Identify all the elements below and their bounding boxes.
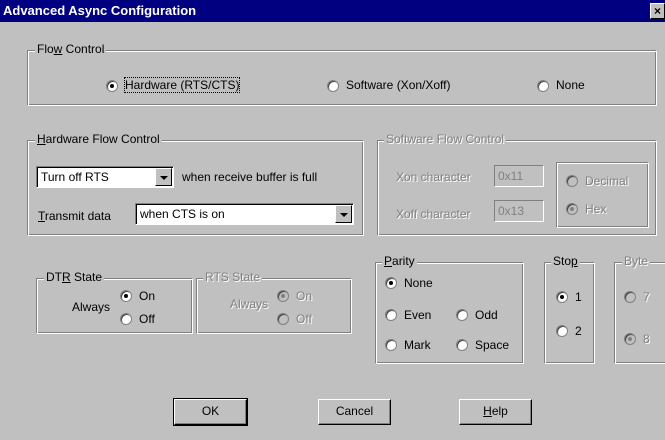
dtr-mode-label: Always (72, 300, 111, 314)
parity-legend: Parity (382, 254, 417, 268)
close-button[interactable]: × (650, 3, 665, 19)
transmit-data-dropdown[interactable]: when CTS is on (135, 203, 354, 225)
flow-hardware-radio[interactable] (106, 80, 118, 92)
close-icon: × (653, 4, 661, 18)
parity-odd-label[interactable]: Odd (475, 308, 498, 322)
parity-even-label[interactable]: Even (404, 308, 431, 322)
parity-space-label[interactable]: Space (475, 338, 509, 352)
xon-input[interactable]: 0x11 (494, 165, 544, 187)
rts-off-radio[interactable] (277, 313, 289, 325)
transmit-data-label: Transmit data (38, 209, 111, 223)
ok-button[interactable]: OK (173, 398, 248, 426)
byte-group (614, 262, 665, 364)
hex-label[interactable]: Hex (585, 202, 606, 216)
number-base-group (556, 162, 649, 228)
stop-2-label[interactable]: 2 (575, 324, 582, 338)
decimal-radio[interactable] (566, 175, 578, 187)
help-button[interactable]: Help (459, 399, 532, 425)
software-flow-legend: Software Flow Control (384, 132, 507, 146)
rts-on-label[interactable]: On (296, 289, 312, 303)
rts-mode-label: Always (230, 297, 269, 311)
flow-software-label[interactable]: Software (Xon/Xoff) (346, 78, 451, 92)
flow-hardware-label[interactable]: Hardware (RTS/CTS) (123, 77, 241, 93)
parity-mark-label[interactable]: Mark (404, 338, 431, 352)
rts-action-value: Turn off RTS (41, 170, 109, 184)
byte-legend: Byte (622, 254, 651, 268)
hardware-flow-legend: Hardware Flow Control (35, 132, 162, 146)
rts-suffix-label: when receive buffer is full (182, 170, 318, 184)
rts-state-group (196, 278, 352, 334)
rts-state-legend: RTS State (203, 270, 263, 284)
byte-7-radio[interactable] (624, 291, 636, 303)
flow-control-legend: Flow Control (35, 42, 107, 56)
parity-mark-radio[interactable] (385, 339, 397, 351)
stop-1-radio[interactable] (556, 291, 568, 303)
byte-8-radio[interactable] (624, 333, 636, 345)
dtr-state-group (36, 278, 193, 334)
flow-software-radio[interactable] (327, 80, 339, 92)
stop-group (544, 262, 595, 364)
parity-none-radio[interactable] (385, 277, 397, 289)
rts-off-label[interactable]: Off (296, 312, 312, 326)
stop-legend: Stop (551, 254, 580, 268)
dtr-state-legend: DTR State (44, 270, 105, 284)
stop-2-radio[interactable] (556, 325, 568, 337)
parity-space-radio[interactable] (456, 339, 468, 351)
chevron-down-icon[interactable] (155, 168, 172, 186)
window-title: Advanced Async Configuration (3, 3, 197, 18)
chevron-down-icon[interactable] (335, 205, 352, 223)
title-bar[interactable]: Advanced Async Configuration × (0, 0, 665, 22)
xoff-label: Xoff character (396, 207, 471, 221)
stop-1-label[interactable]: 1 (575, 290, 582, 304)
flow-none-label[interactable]: None (556, 78, 585, 92)
dtr-off-radio[interactable] (120, 313, 132, 325)
transmit-data-value: when CTS is on (140, 207, 225, 221)
byte-7-label[interactable]: 7 (643, 290, 650, 304)
flow-none-radio[interactable] (537, 80, 549, 92)
xon-label: Xon character (396, 170, 471, 184)
cancel-button[interactable]: Cancel (318, 399, 391, 425)
parity-even-radio[interactable] (385, 309, 397, 321)
parity-none-label[interactable]: None (404, 276, 433, 290)
xoff-input[interactable]: 0x13 (494, 200, 544, 222)
parity-odd-radio[interactable] (456, 309, 468, 321)
decimal-label[interactable]: Decimal (585, 174, 628, 188)
dtr-on-radio[interactable] (120, 290, 132, 302)
dtr-off-label[interactable]: Off (139, 312, 155, 326)
dtr-on-label[interactable]: On (139, 289, 155, 303)
rts-on-radio[interactable] (277, 290, 289, 302)
rts-action-dropdown[interactable]: Turn off RTS (36, 166, 174, 188)
hex-radio[interactable] (566, 203, 578, 215)
byte-8-label[interactable]: 8 (643, 332, 650, 346)
